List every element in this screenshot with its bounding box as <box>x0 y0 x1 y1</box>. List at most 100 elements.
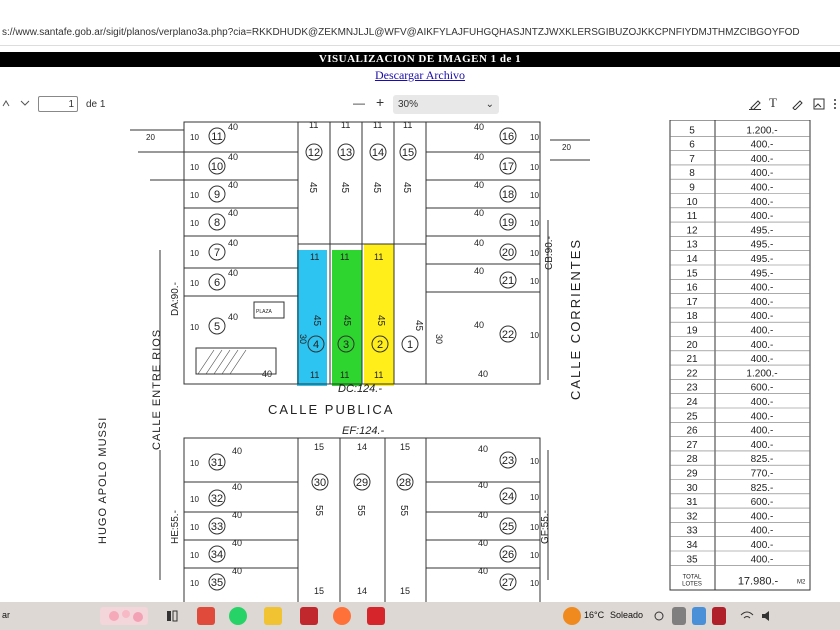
table-row-area-20: 400.- <box>751 340 774 351</box>
page-number-input[interactable]: 1 <box>38 96 78 112</box>
draw-icon[interactable] <box>791 98 803 113</box>
address-bar[interactable]: s://www.santafe.gob.ar/sigit/planos/verp… <box>0 20 840 46</box>
dim-11-hl-bottom-0: 11 <box>310 370 319 380</box>
firefox-icon[interactable] <box>333 607 351 625</box>
dim-11-top-3: 11 <box>403 120 412 130</box>
table-row-lot-18: 18 <box>686 311 698 322</box>
lot-1: 1 <box>407 339 413 351</box>
dim-55-lower-0: 55 <box>313 505 324 517</box>
dim-40-left-3: 40 <box>228 208 238 218</box>
table-row-lot-35: 35 <box>686 554 698 565</box>
image-icon[interactable] <box>813 98 825 113</box>
lot-12: 12 <box>308 147 320 159</box>
dim-40-left-1: 40 <box>228 152 238 162</box>
table-row-lot-33: 33 <box>686 526 698 537</box>
zoom-out-button[interactable]: — <box>353 96 365 110</box>
dim-10-lower-right-2: 10 <box>530 523 539 532</box>
table-row-lot-12: 12 <box>686 225 698 236</box>
dim-10-lower-right-4: 10 <box>530 579 539 588</box>
table-row-area-12: 495.- <box>751 225 774 236</box>
tray-security-icon[interactable] <box>712 607 726 625</box>
lot-21: 21 <box>502 275 514 287</box>
table-row-area-31: 600.- <box>751 497 774 508</box>
app-red-icon[interactable] <box>197 607 215 625</box>
download-link[interactable]: Descargar Archivo <box>0 68 840 83</box>
dim-10-lower-left-4: 10 <box>190 579 199 588</box>
table-row-area-29: 770.- <box>751 469 774 480</box>
table-row-area-27: 400.- <box>751 440 774 451</box>
dim-10-left-1: 10 <box>190 163 199 172</box>
lot-4: 4 <box>313 339 319 351</box>
table-row-lot-29: 29 <box>686 469 698 480</box>
whatsapp-icon[interactable] <box>229 607 247 625</box>
lot-29: 29 <box>356 477 368 489</box>
dim-40-left-4: 40 <box>228 238 238 248</box>
lot-24: 24 <box>502 491 514 503</box>
lot-9: 9 <box>214 189 220 201</box>
tray-app-icon[interactable] <box>672 607 686 625</box>
table-row-area-18: 400.- <box>751 311 774 322</box>
table-row-lot-28: 28 <box>686 454 698 465</box>
dim-10-lower-left-1: 10 <box>190 495 199 504</box>
dim-11-top-2: 11 <box>373 120 382 130</box>
table-row-area-17: 400.- <box>751 297 774 308</box>
lot-7: 7 <box>214 247 220 259</box>
dim-55-lower-2: 55 <box>398 505 409 517</box>
dim-10-left-6: 10 <box>190 323 199 332</box>
weather-text: Soleado <box>610 610 644 620</box>
table-row-area-16: 400.- <box>751 283 774 294</box>
dim-14-bottom: 14 <box>357 586 367 596</box>
dim-40-lower-right-4: 40 <box>478 566 488 576</box>
lot-20: 20 <box>502 247 514 259</box>
dim-10-lower-left-0: 10 <box>190 459 199 468</box>
dim-11-top-1: 11 <box>341 120 350 130</box>
lot-18: 18 <box>502 189 514 201</box>
street-da: DA:90.- <box>170 282 181 316</box>
dim-45-top-1: 45 <box>339 182 350 194</box>
dim-10-lower-right-0: 10 <box>530 457 539 466</box>
volume-icon[interactable] <box>760 607 774 625</box>
table-row-area-11: 400.- <box>751 211 774 222</box>
plan-image: 11 40 10 10 40 10 9 40 10 8 40 10 7 40 10 6 40 10 5 40 10 16 4… <box>0 120 840 602</box>
table-row-lot-25: 25 <box>686 411 698 422</box>
wifi-icon[interactable] <box>740 607 754 625</box>
dim-10-right-0: 10 <box>530 133 539 142</box>
table-row-area-22: 1.200.- <box>746 368 777 379</box>
pdf-toolbar: 1 de 1 — + 30% ⌄ T <box>0 90 840 121</box>
lot-3: 3 <box>343 339 349 351</box>
table-row-lot-26: 26 <box>686 426 698 437</box>
dim-15-bottom-2: 15 <box>400 586 410 596</box>
lot-15: 15 <box>402 147 414 159</box>
task-view-icon[interactable] <box>163 607 181 625</box>
dim-45-top-2: 45 <box>371 182 382 194</box>
zoom-select[interactable]: 30% ⌄ <box>393 95 499 114</box>
lot-17: 17 <box>502 161 514 173</box>
pdf-reader-icon[interactable] <box>367 607 385 625</box>
table-row-area-7: 400.- <box>751 154 774 165</box>
file-explorer-icon[interactable] <box>264 607 282 625</box>
sidebar-toggle-icon[interactable] <box>2 98 10 111</box>
tray-icon[interactable] <box>652 607 666 625</box>
lot-6: 6 <box>214 277 220 289</box>
table-row-lot-13: 13 <box>686 240 698 251</box>
street-gf: GF:55.- <box>540 510 551 544</box>
zoom-in-button[interactable]: + <box>376 94 384 110</box>
app-stack-icon[interactable] <box>300 607 318 625</box>
highlight-icon[interactable] <box>749 98 761 113</box>
table-row-area-30: 825.- <box>751 483 774 494</box>
tray-cloud-icon[interactable] <box>692 607 706 625</box>
start-text: ar <box>2 610 11 620</box>
lot-32: 32 <box>211 493 223 505</box>
dim-11-hl-2: 11 <box>374 252 383 262</box>
menu-icon[interactable] <box>830 98 840 113</box>
table-row-lot-11: 11 <box>687 211 698 222</box>
next-page-icon[interactable] <box>20 98 30 111</box>
dim-10-right-6: 10 <box>530 331 539 340</box>
dim-30-left: 30 <box>298 334 308 344</box>
dim-10-right-4: 10 <box>530 249 539 258</box>
text-tool-icon[interactable]: T <box>769 95 777 111</box>
table-row-area-10: 400.- <box>751 197 774 208</box>
dim-10-lower-left-3: 10 <box>190 551 199 560</box>
table-row-lot-10: 10 <box>686 197 698 208</box>
table-row-lot-22: 22 <box>686 368 698 379</box>
